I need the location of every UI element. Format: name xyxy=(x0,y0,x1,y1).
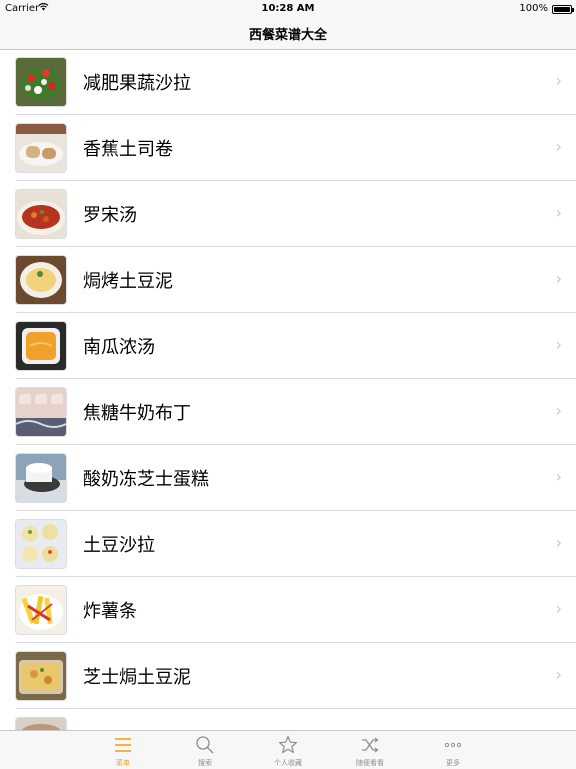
pudding-thumbnail xyxy=(15,387,67,437)
list-item[interactable]: 罗宋汤 › xyxy=(0,181,576,247)
search-icon xyxy=(196,736,214,754)
chevron-right-icon: › xyxy=(555,203,562,222)
status-time: 10:28 AM xyxy=(261,3,315,14)
chevron-right-icon: › xyxy=(555,665,562,684)
recipe-title: 土豆沙拉 xyxy=(83,535,155,556)
chevron-right-icon: › xyxy=(555,401,562,420)
battery-percent: 100% xyxy=(519,3,548,14)
star-icon xyxy=(278,735,298,754)
recipe-thumbnail xyxy=(15,717,67,730)
recipe-title: 芝士焗土豆泥 xyxy=(83,667,191,688)
recipe-title: 南瓜浓汤 xyxy=(83,337,155,358)
recipe-list[interactable]: 减肥果蔬沙拉 › 香蕉土司卷 › 罗宋汤 › 焗烤土豆泥 › 南瓜浓汤 › 焦糖… xyxy=(0,49,576,730)
chevron-right-icon: › xyxy=(555,335,562,354)
recipe-title: 减肥果蔬沙拉 xyxy=(83,73,191,94)
tab-random[interactable]: 随便看看 xyxy=(330,731,410,769)
recipe-title: 焦糖牛奶布丁 xyxy=(83,403,191,424)
more-icon xyxy=(444,742,462,748)
chevron-right-icon: › xyxy=(555,269,562,288)
list-item[interactable]: 焦糖牛奶布丁 › xyxy=(0,379,576,445)
potato-salad-thumbnail xyxy=(15,519,67,569)
recipe-title: 香蕉土司卷 xyxy=(83,139,173,160)
status-bar: Carrier 10:28 AM 100% xyxy=(0,0,576,18)
tab-favorites[interactable]: 个人收藏 xyxy=(248,731,328,769)
tab-label: 个人收藏 xyxy=(274,759,302,767)
tab-label: 更多 xyxy=(446,759,460,767)
cheesecake-thumbnail xyxy=(15,453,67,503)
recipe-title: 炸薯条 xyxy=(83,601,137,622)
borscht-thumbnail xyxy=(15,189,67,239)
list-item[interactable]: 土豆沙拉 › xyxy=(0,511,576,577)
salad-thumbnail xyxy=(15,57,67,107)
tab-menu[interactable]: 菜单 xyxy=(83,731,163,769)
list-item[interactable] xyxy=(0,709,576,730)
list-item[interactable]: 香蕉土司卷 › xyxy=(0,115,576,181)
chevron-right-icon: › xyxy=(555,467,562,486)
recipe-title: 酸奶冻芝士蛋糕 xyxy=(83,469,209,490)
menu-icon xyxy=(115,738,131,752)
chevron-right-icon: › xyxy=(555,137,562,156)
page-title: 西餐菜谱大全 xyxy=(248,28,327,43)
chevron-right-icon: › xyxy=(555,71,562,90)
tab-bar: 菜单 搜索 个人收藏 随便看看 更多 xyxy=(0,730,576,769)
baked-mash-thumbnail xyxy=(15,255,67,305)
list-item[interactable]: 南瓜浓汤 › xyxy=(0,313,576,379)
toast-roll-thumbnail xyxy=(15,123,67,173)
recipe-title: 罗宋汤 xyxy=(83,205,137,226)
tab-label: 随便看看 xyxy=(356,759,384,767)
list-item[interactable]: 焗烤土豆泥 › xyxy=(0,247,576,313)
list-item[interactable]: 芝士焗土豆泥 › xyxy=(0,643,576,709)
list-item[interactable]: 减肥果蔬沙拉 › xyxy=(0,49,576,115)
chevron-right-icon: › xyxy=(555,533,562,552)
tab-label: 菜单 xyxy=(116,759,130,767)
fries-thumbnail xyxy=(15,585,67,635)
tab-label: 搜索 xyxy=(198,759,212,767)
tab-more[interactable]: 更多 xyxy=(413,731,493,769)
chevron-right-icon: › xyxy=(555,599,562,618)
navigation-bar: 西餐菜谱大全 xyxy=(0,18,576,50)
shuffle-icon xyxy=(362,737,379,753)
list-item[interactable]: 炸薯条 › xyxy=(0,577,576,643)
cheese-mash-thumbnail xyxy=(15,651,67,701)
pumpkin-soup-thumbnail xyxy=(15,321,67,371)
list-item[interactable]: 酸奶冻芝士蛋糕 › xyxy=(0,445,576,511)
recipe-title: 焗烤土豆泥 xyxy=(83,271,173,292)
tab-search[interactable]: 搜索 xyxy=(165,731,245,769)
battery-icon xyxy=(552,5,574,14)
